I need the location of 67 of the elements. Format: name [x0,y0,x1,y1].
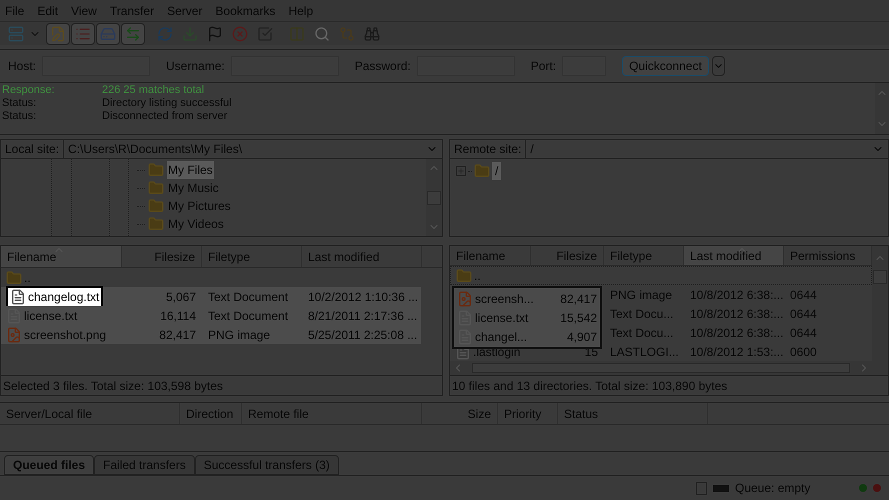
list-toggle-icon [75,26,91,42]
filename-cell: .. [6,268,31,286]
filename-cell: screenshot.png [6,326,106,344]
filename-cell: license.txt [6,306,78,324]
refresh-icon [157,26,173,42]
horizontal-scrollbar[interactable] [450,361,872,375]
flag-icon [207,26,223,42]
table-cell-text: 16,114 [159,308,197,324]
table-cell-text: Text Document [207,288,290,306]
table-cell-text: 15,542 [560,310,597,326]
folder-icon [148,162,164,178]
log-toggle-icon [50,26,66,42]
filename-cell-text: screensh... [475,290,535,308]
table-cell-text: 82,417 [158,326,197,344]
tree-item[interactable]: My Files [167,161,214,179]
site-manager-icon [8,26,24,42]
scrollbar[interactable] [426,159,442,236]
scrollbar[interactable] [875,83,889,134]
column-header[interactable]: Filename [1,246,122,267]
table-cell-text: Text Document [207,308,290,324]
file-row[interactable]: changelog.txt 5,067 Text Document 10/2/2012 1:10:36 ... [1,287,421,306]
table-cell-text: 5/25/2011 2:25:08 ... [307,326,418,344]
quickconnect-button[interactable]: Quickconnect [622,56,709,76]
scrollbar[interactable] [872,246,888,375]
list-toggle-button[interactable] [71,22,95,44]
cancel-icon [232,26,248,42]
file-row[interactable]: screenshot.png 82,417 PNG image 5/25/2011 2:25:08 ... [1,325,421,344]
folder-icon [148,198,164,214]
scroll-thumb[interactable] [427,190,441,204]
transfer-toggle-icon [125,26,141,42]
filename-cell-text: .. [474,268,481,284]
search-icon [314,26,330,42]
binoculars-icon [364,26,380,42]
log-message: 226 25 matches total [102,84,204,97]
drive-toggle-icon [100,26,116,42]
table-cell-text: PNG image [207,326,272,344]
indicator-light-icon [873,484,881,492]
table-cell-text: 5,067 [164,288,197,306]
table-cell-text: 10/2/2012 1:10:36 ... [307,288,418,306]
highlighted-filename: changelog.txt [6,286,104,308]
filename-cell-text: changel... [475,328,528,346]
image-file-icon [6,326,22,342]
folder-icon [474,163,490,179]
filename-cell-text: license.txt [475,310,530,326]
folder-icon [6,270,22,286]
table-cell-text: 4,907 [566,328,597,346]
expand-icon[interactable] [456,166,466,176]
text-file-icon [10,288,26,304]
folder-icon [148,216,164,232]
log-toggle-button[interactable] [46,22,70,44]
image-file-icon [457,290,473,306]
tree-item[interactable]: / [492,162,502,180]
indicator-light-icon [859,484,867,492]
columns-icon [289,26,305,42]
table-cell-text: 82,417 [560,290,597,308]
log-label: Response: [2,84,56,97]
drive-toggle-button[interactable] [96,22,120,44]
file-row[interactable]: .. [1,268,421,287]
folder-icon [148,180,164,196]
file-row[interactable]: license.txt 16,114 Text Document 8/21/2011 2:17:36 ... [1,306,421,325]
text-file-icon [6,308,22,324]
transfer-toggle-button[interactable] [121,22,145,44]
dropdown-button[interactable] [712,56,725,76]
column-header[interactable]: Last modified [684,246,784,265]
scroll-thumb[interactable] [873,270,887,284]
table-cell-text: 8/21/2011 2:17:36 ... [307,308,418,324]
folder-icon [456,268,472,284]
